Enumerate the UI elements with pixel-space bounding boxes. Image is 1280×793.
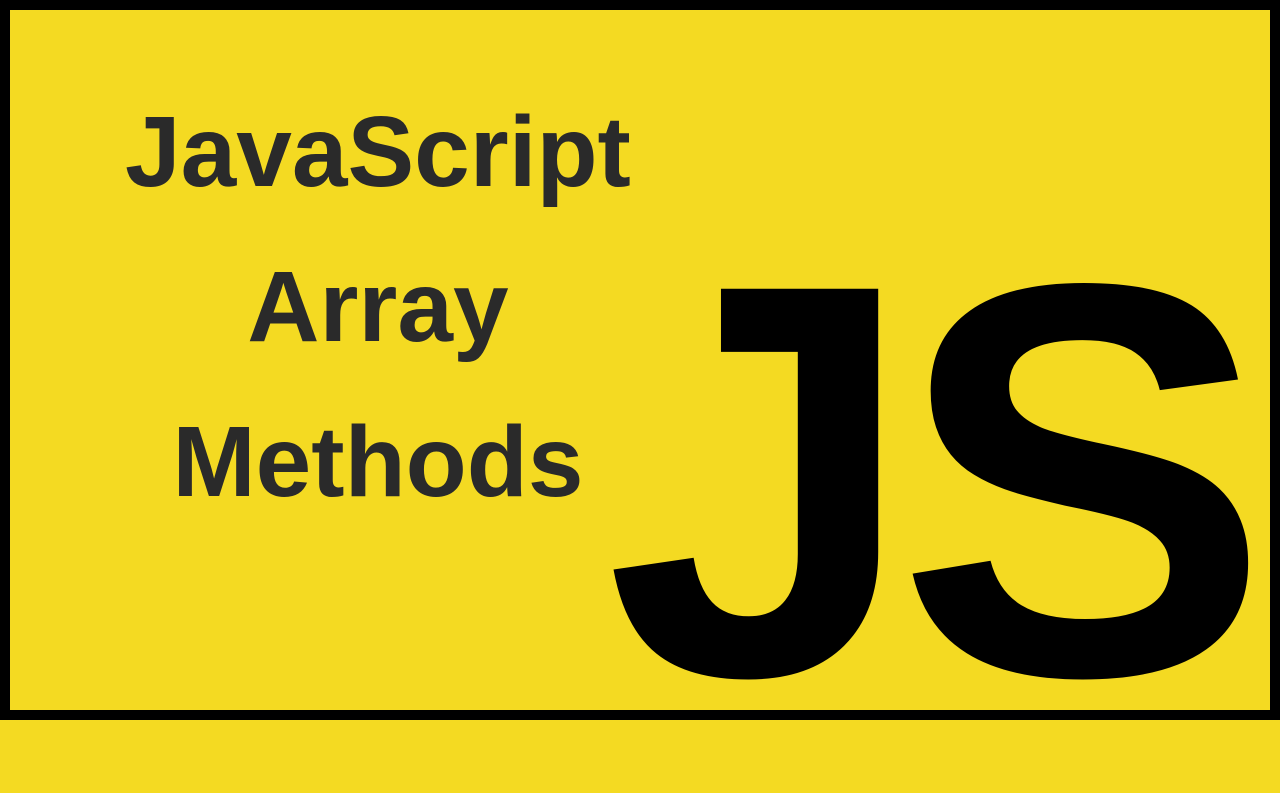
title-line-3: Methods — [125, 385, 631, 540]
title-line-1: JavaScript — [125, 75, 631, 230]
js-logo-icon: JS — [605, 200, 1250, 760]
title-line-2: Array — [125, 230, 631, 385]
title-block: JavaScript Array Methods — [125, 75, 631, 540]
